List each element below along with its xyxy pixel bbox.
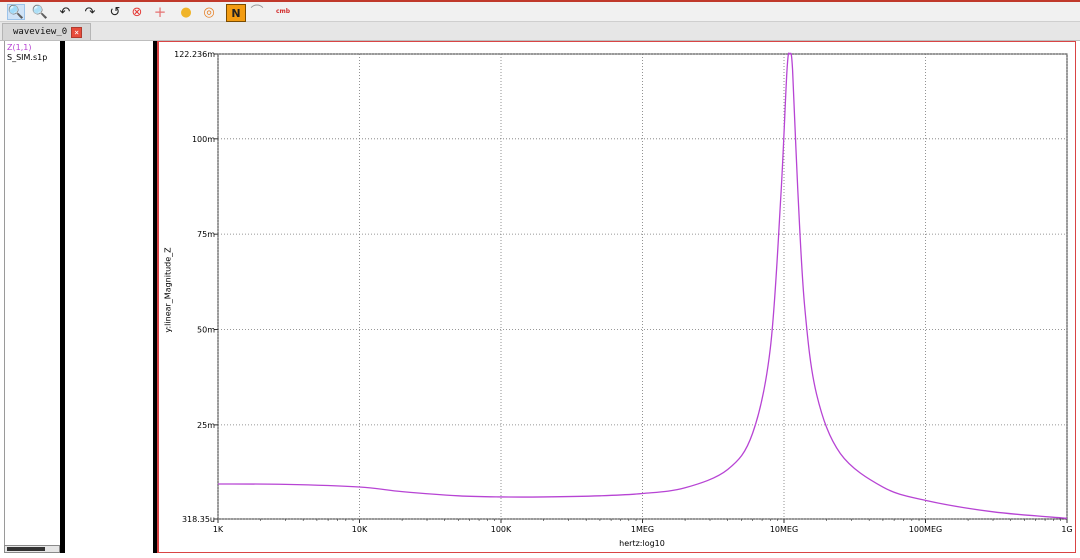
y-tick-label: 50m xyxy=(197,326,215,335)
x-tick-label: 100MEG xyxy=(909,525,942,534)
x-tick-label: 100K xyxy=(491,525,512,534)
x-axis-label: hertz:log10 xyxy=(619,539,665,548)
x-tick-label: 10MEG xyxy=(770,525,798,534)
y-axis-label: y:linear_Magnitude_Z xyxy=(163,247,173,333)
y-tick-label: 100m xyxy=(192,135,215,144)
y-tick-label: 75m xyxy=(197,230,215,239)
x-tick-label: 1K xyxy=(213,525,224,534)
y-tick-label: 122.236m xyxy=(174,50,215,59)
y-tick-label: 25m xyxy=(197,421,215,430)
x-tick-label: 10K xyxy=(352,525,368,534)
x-tick-label: 1MEG xyxy=(631,525,654,534)
y-tick-label: 318.35u xyxy=(182,515,215,524)
x-tick-label: 1G xyxy=(1061,525,1072,534)
chart[interactable]: 1K 10K 100K 1MEG 10MEG 100MEG 1G 318.35u 25m 50m 7… xyxy=(0,0,1080,558)
